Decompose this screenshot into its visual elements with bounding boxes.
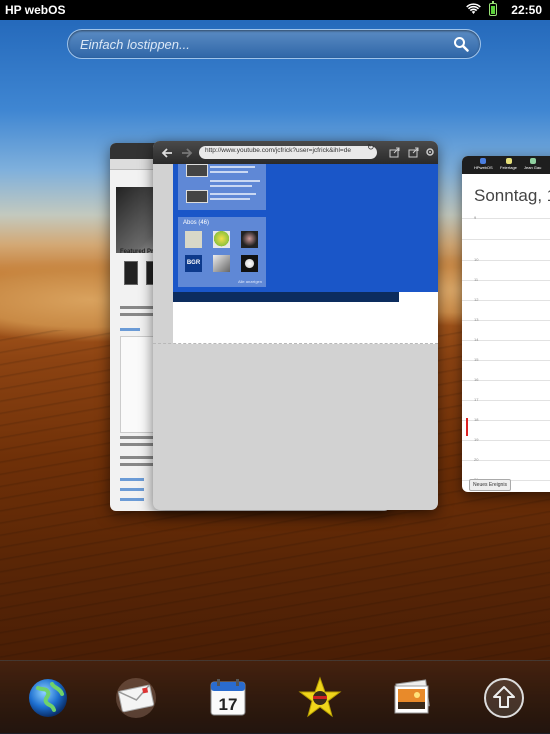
text-line [120,463,154,466]
subscription-avatar[interactable] [241,231,258,248]
hour-row[interactable]: 14 [462,337,550,342]
calendar-date-title: Sonntag, 17 [474,186,550,205]
hour-label: 19 [474,437,479,442]
launcher-icon[interactable] [482,676,526,720]
forward-arrow-icon[interactable] [181,147,193,159]
share-icon[interactable] [389,147,400,158]
search-icon[interactable] [453,36,469,52]
back-arrow-icon[interactable] [161,147,173,159]
calendar-color-dot [530,158,536,164]
hour-label: 12 [474,297,479,302]
hour-label: 14 [474,337,479,342]
current-time-marker [466,418,468,436]
hour-row[interactable]: 12 [462,297,550,302]
hour-label: 9 [474,215,477,220]
text-line [120,328,140,331]
calendar-tab[interactable]: HPwebOS [474,165,493,170]
app-card-browser[interactable]: http://www.youtube.com/jcfrick?user=jcfr… [153,141,438,510]
browser-toolbar: http://www.youtube.com/jcfrick?user=jcfr… [153,141,438,164]
youtube-background: Abos (46) BGR Alle anzeigen [173,164,438,292]
hour-row[interactable]: 18 [462,417,550,422]
hour-label: 10 [474,257,479,262]
os-brand-label[interactable]: HP webOS [5,3,65,17]
web-page: Abos (46) BGR Alle anzeigen [173,164,438,344]
video-title-line [210,185,252,187]
video-thumbnail[interactable] [186,190,208,203]
hour-label: 11 [474,277,479,282]
hour-label: 17 [474,397,479,402]
calendar-icon[interactable]: 17 [206,676,250,720]
battery-icon [489,1,497,16]
video-title-line [210,193,256,195]
reload-icon[interactable]: ↻ [367,142,375,153]
app-star-icon[interactable] [298,676,342,720]
hour-row[interactable]: 20 [462,457,550,462]
hour-label: 15 [474,357,479,362]
link-line [120,498,144,501]
text-line [120,306,154,309]
subscription-avatar[interactable] [213,231,230,248]
text-line [120,443,154,446]
url-field[interactable]: http://www.youtube.com/jcfrick?user=jcfr… [199,146,377,159]
subscriptions-label: Abos (46) [183,220,210,226]
show-all-link[interactable]: Alle anzeigen [238,279,262,284]
hour-row[interactable]: 13 [462,317,550,322]
search-bar[interactable]: Einfach lostippen... [67,29,481,59]
calendar-color-dot [506,158,512,164]
search-placeholder: Einfach lostippen... [80,37,190,52]
text-line [120,456,154,459]
app-card-calendar[interactable]: HPwebOS Feiertage Jean Gau Sonntag, 17 9… [462,156,550,492]
calendar-tab[interactable]: Jean Gau [524,165,541,170]
calendar-color-dot [480,158,486,164]
hour-label: 18 [474,417,479,422]
hour-label: 16 [474,377,479,382]
video-list [178,164,266,210]
mail-icon[interactable] [114,676,158,720]
dock: 17 [0,660,550,734]
hour-label: 13 [474,317,479,322]
photos-icon[interactable] [390,676,434,720]
calendar-tab[interactable]: Feiertage [500,165,517,170]
page-footer-strip [173,292,399,302]
subscriptions-box: Abos (46) BGR Alle anzeigen [178,217,266,287]
link-line [120,488,144,491]
link-line [120,478,144,481]
gear-icon[interactable] [425,147,435,157]
video-title-line [210,166,255,168]
subscription-avatar[interactable] [213,255,230,272]
globe-icon[interactable] [26,676,70,720]
text-line [120,313,154,316]
hour-row[interactable]: 11 [462,277,550,282]
hour-label: 20 [474,457,479,462]
hour-row[interactable]: 9 [462,215,550,220]
hour-row[interactable] [462,239,550,240]
page-end-divider [153,343,438,346]
hour-row[interactable]: 16 [462,377,550,382]
video-thumbnail[interactable] [186,164,208,177]
calendar-icon-day: 17 [219,695,238,714]
hour-row[interactable]: 19 [462,437,550,442]
clock[interactable]: 22:50 [511,3,542,17]
hour-row[interactable]: 15 [462,357,550,362]
new-event-button[interactable]: Neues Ereignis [469,479,511,491]
video-title-line [210,180,260,182]
url-text: http://www.youtube.com/jcfrick?user=jcfr… [205,147,351,154]
bookmark-icon[interactable] [408,147,419,158]
video-title-line [210,171,248,173]
status-bar: HP webOS 22:50 [0,0,550,20]
calendar-day-grid: 9 10 11 12 13 14 15 16 17 18 19 20 21 [462,208,550,488]
wifi-icon [466,3,481,14]
hour-row[interactable]: 17 [462,397,550,402]
subscription-avatar-bgr[interactable]: BGR [185,255,202,272]
subscription-avatar[interactable] [185,231,202,248]
text-line [120,436,154,439]
subscription-avatar[interactable] [241,255,258,272]
calendar-tabs: HPwebOS Feiertage Jean Gau [462,156,550,174]
hour-row[interactable]: 10 [462,257,550,262]
product-image [124,261,138,285]
video-title-line [210,198,250,200]
